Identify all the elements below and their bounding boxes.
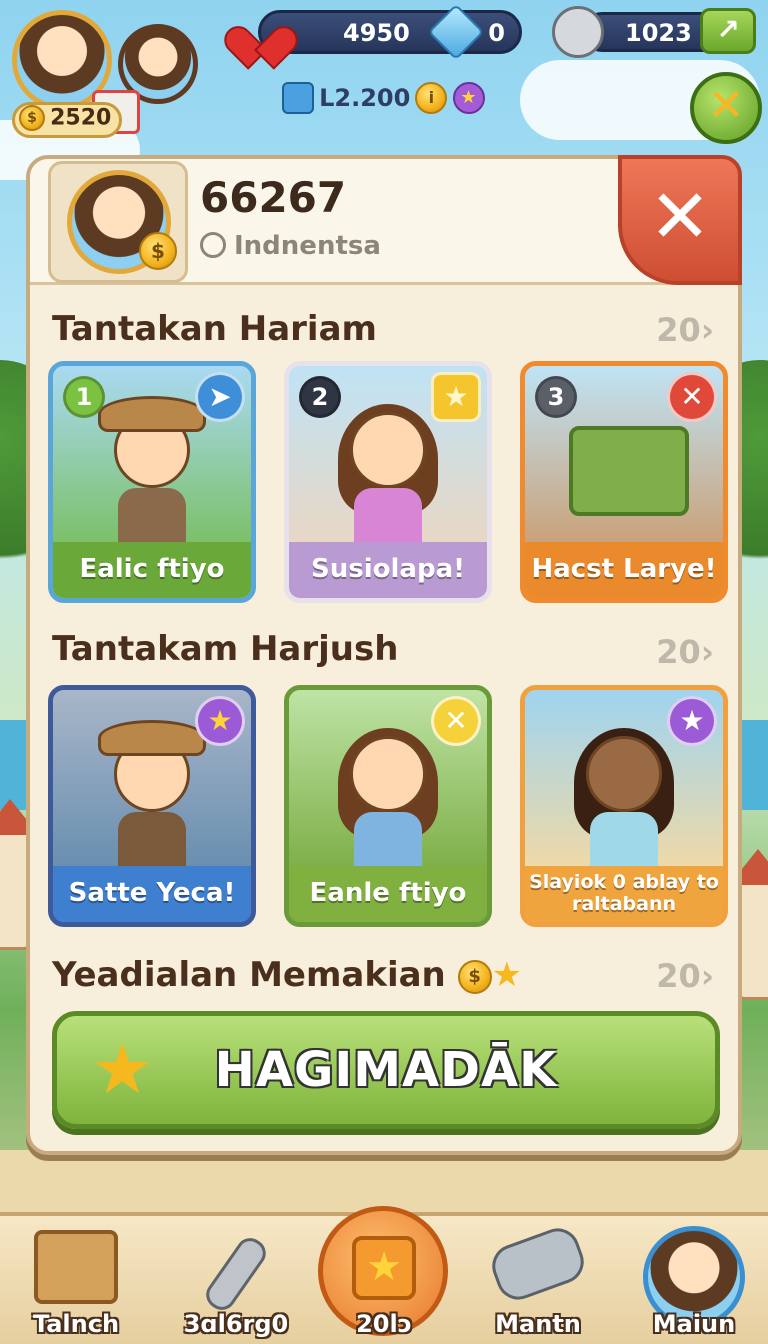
- screwdriver-icon: [200, 1232, 272, 1316]
- upgrade-button[interactable]: ↗: [700, 8, 756, 54]
- mission-card[interactable]: 2 ★ Susiolapa!: [284, 361, 492, 603]
- nav-label: Mantn: [495, 1310, 581, 1338]
- house: [738, 880, 768, 1000]
- chevron-right-icon: ›: [700, 957, 714, 995]
- mission-card[interactable]: ✕ Eanle ftiyo: [284, 685, 492, 927]
- mission-card[interactable]: 3 ✕ Hacst Larye!: [520, 361, 728, 603]
- nav-label: 3ɑl6rg0: [183, 1310, 289, 1338]
- mission-card[interactable]: 1 ➤ Ealic ftiyo: [48, 361, 256, 603]
- main-action-label: HAGIMADĀK: [214, 1042, 558, 1098]
- card-label: Satte Yeca!: [53, 866, 251, 922]
- section-count-value: 20: [656, 311, 701, 349]
- coin-icon: $: [139, 232, 177, 270]
- star-box-icon: ★: [352, 1236, 416, 1300]
- close-icon[interactable]: ✕: [667, 372, 717, 422]
- close-hud-button[interactable]: ✕: [690, 72, 762, 144]
- nav-label: Talnch: [32, 1310, 120, 1338]
- level-indicator: L2.200 i ★: [282, 82, 485, 120]
- star-icon: ★: [667, 696, 717, 746]
- send-icon: ➤: [195, 372, 245, 422]
- close-icon: ✕: [707, 80, 745, 131]
- nav-item-tool[interactable]: 3ɑl6rg0: [166, 1216, 306, 1344]
- card-label: Ealic ftiyo: [53, 542, 251, 598]
- character-plumber: [92, 720, 212, 872]
- close-panel-button[interactable]: ✕: [618, 155, 742, 285]
- card-label: Susiolapa!: [289, 542, 487, 598]
- tools-value: 1023: [625, 19, 692, 47]
- rewards-title-text: Yeadialan Memakian: [52, 955, 446, 995]
- coin-icon: i: [415, 82, 448, 114]
- card-label: Eanle ftiyo: [289, 866, 487, 922]
- nav-label: 20lɔ: [356, 1310, 412, 1338]
- location-icon: [200, 232, 226, 258]
- player-id: 66267: [200, 173, 347, 222]
- cash-roll-icon: [486, 1222, 590, 1306]
- nav-item-crate[interactable]: Talnch: [6, 1216, 146, 1344]
- level-icon: [282, 82, 314, 114]
- country-label: Indnentsa: [234, 231, 381, 261]
- player-coins-badge: $ 2520: [12, 102, 123, 138]
- card-label: Slayiok 0 ablay to raltabann: [525, 866, 723, 922]
- nav-label: Maiun: [652, 1310, 736, 1338]
- player-country: Indnentsa: [200, 231, 381, 261]
- star-icon: ★: [195, 696, 245, 746]
- player-coins-value: 2520: [50, 105, 112, 131]
- coin-icon: $: [19, 105, 45, 131]
- close-icon[interactable]: ✕: [431, 696, 481, 746]
- character-girl-hoodie: [328, 720, 448, 872]
- player-avatar-top[interactable]: $ 2520: [8, 6, 208, 138]
- rewards-count-value: 20: [656, 957, 701, 995]
- star-icon: ★: [452, 82, 485, 114]
- resource-bar: 4950 0: [258, 10, 522, 54]
- wrench-icon: [552, 6, 604, 58]
- character-beach-girl: [564, 720, 684, 872]
- coin-icon: $: [457, 960, 492, 994]
- main-action-button[interactable]: ★ HAGIMADĀK: [52, 1011, 720, 1129]
- character-girl: [328, 396, 448, 548]
- nav-item-profile[interactable]: Maiun: [626, 1216, 762, 1344]
- section-count-1[interactable]: 20›: [656, 311, 714, 349]
- profile-panel: $ 66267 Indnentsa ✕ Tantakan Hariam 20› …: [26, 155, 742, 1155]
- card-number-badge: 1: [63, 376, 105, 418]
- top-hud: $ 2520 4950 0 1023 ↗ L2.200 i ★ ✕: [0, 0, 768, 150]
- section-title-2: Tantakam Harjush: [52, 629, 399, 669]
- bottom-nav: Talnch 3ɑl6rg0 ★ 20lɔ Mantn Maiun: [0, 1206, 768, 1344]
- nav-item-main[interactable]: ★ 20lɔ: [316, 1206, 452, 1344]
- star-icon: ★: [491, 955, 523, 995]
- section-count-value: 20: [656, 633, 701, 671]
- card-number-badge: 3: [535, 376, 577, 418]
- rewards-count[interactable]: 20›: [656, 957, 714, 995]
- gems-value: 0: [488, 19, 505, 47]
- crate-icon: [34, 1230, 118, 1304]
- card-number-badge: 2: [299, 376, 341, 418]
- profile-header: $ 66267 Indnentsa ✕: [30, 155, 742, 285]
- close-icon: ✕: [648, 174, 711, 260]
- treasure-chest-icon: [569, 426, 689, 516]
- mission-card[interactable]: ★ Slayiok 0 ablay to raltabann: [520, 685, 728, 927]
- chevron-right-icon: ›: [700, 633, 714, 671]
- profile-avatar[interactable]: $: [48, 161, 188, 283]
- character-explorer: [92, 396, 212, 548]
- nav-item-cash[interactable]: Mantn: [468, 1216, 608, 1344]
- level-value: L2.200: [319, 84, 411, 112]
- rewards-title: Yeadialan Memakian $ ★: [52, 955, 522, 995]
- hearts-value: 4950: [343, 19, 410, 47]
- arrow-up-icon: ↗: [716, 13, 740, 46]
- card-label: Hacst Larye!: [525, 542, 723, 598]
- mission-card[interactable]: ★ Satte Yeca!: [48, 685, 256, 927]
- section-count-2[interactable]: 20›: [656, 633, 714, 671]
- section-title-1: Tantakan Hariam: [52, 309, 377, 349]
- heart-icon: [218, 8, 304, 70]
- star-icon: ★: [431, 372, 481, 422]
- chevron-right-icon: ›: [700, 311, 714, 349]
